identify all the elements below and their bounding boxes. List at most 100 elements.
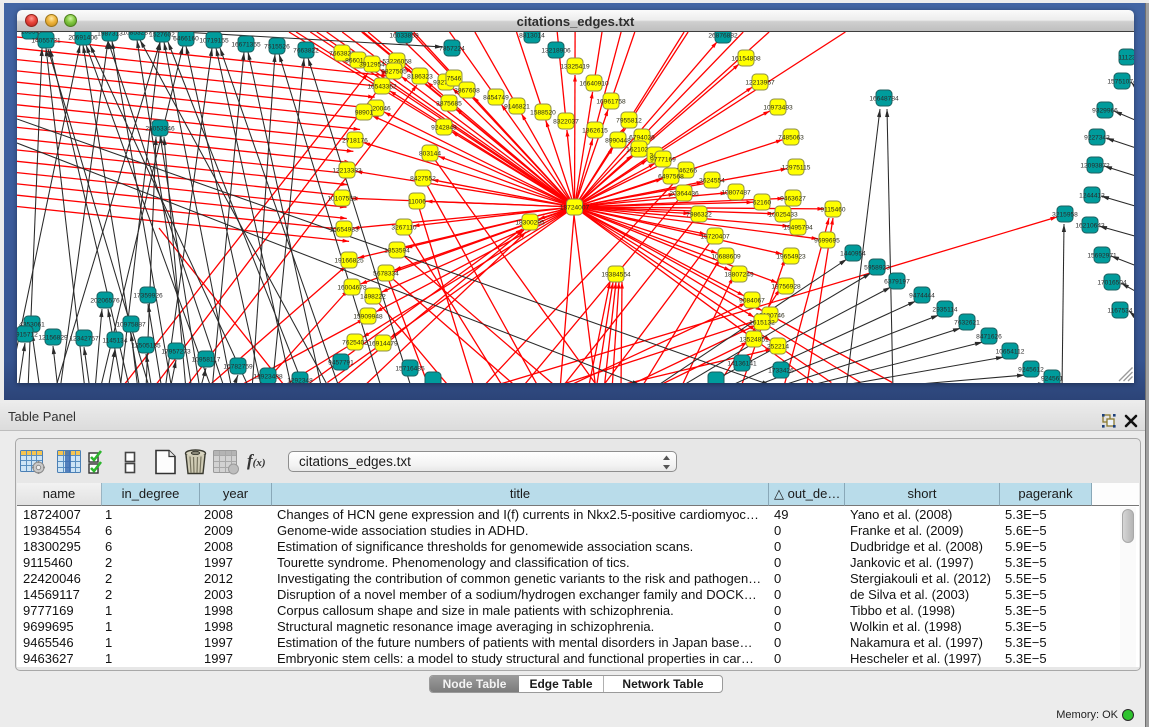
svg-text:3267110: 3267110 bbox=[391, 224, 417, 231]
svg-text:18300295: 18300295 bbox=[515, 219, 545, 226]
svg-text:62160: 62160 bbox=[753, 199, 772, 206]
svg-text:8322037: 8322037 bbox=[553, 118, 579, 125]
svg-text:19756928: 19756928 bbox=[771, 283, 801, 290]
svg-text:2867608: 2867608 bbox=[454, 87, 480, 94]
svg-text:8990448: 8990448 bbox=[605, 137, 631, 144]
svg-text:1527602: 1527602 bbox=[149, 32, 175, 38]
svg-text:16033809: 16033809 bbox=[389, 32, 419, 39]
svg-text:10554: 10554 bbox=[21, 32, 40, 35]
svg-text:10688609: 10688609 bbox=[711, 253, 741, 260]
svg-text:1244413: 1244413 bbox=[1079, 192, 1105, 199]
svg-text:924561: 924561 bbox=[1041, 375, 1063, 382]
svg-text:7515526: 7515526 bbox=[264, 43, 290, 50]
svg-text:12342757: 12342757 bbox=[69, 335, 99, 342]
svg-text:3624554: 3624554 bbox=[699, 177, 725, 184]
svg-text:9245612: 9245612 bbox=[1018, 366, 1044, 373]
svg-text:9777169: 9777169 bbox=[650, 156, 676, 163]
svg-text:1440954: 1440954 bbox=[840, 250, 866, 257]
svg-text:1145134: 1145134 bbox=[102, 337, 128, 344]
svg-text:20691406: 20691406 bbox=[68, 34, 98, 41]
svg-text:28053346: 28053346 bbox=[145, 125, 175, 132]
svg-text:12156829: 12156829 bbox=[38, 334, 68, 341]
svg-text:16543362: 16543362 bbox=[367, 83, 397, 90]
svg-text:17016504: 17016504 bbox=[1097, 279, 1127, 286]
svg-text:14136141: 14136141 bbox=[727, 360, 757, 367]
svg-text:9227343: 9227343 bbox=[1084, 134, 1110, 141]
svg-text:2718176: 2718176 bbox=[342, 137, 368, 144]
svg-text:16154808: 16154808 bbox=[731, 55, 761, 62]
svg-text:10107553: 10107553 bbox=[327, 195, 357, 202]
svg-text:12213967: 12213967 bbox=[745, 79, 775, 86]
svg-text:8186323: 8186323 bbox=[407, 73, 433, 80]
svg-text:16210643: 16210643 bbox=[1075, 222, 1105, 229]
svg-text:5958923: 5958923 bbox=[864, 264, 890, 271]
svg-text:10973493: 10973493 bbox=[763, 104, 793, 111]
svg-text:9329966: 9329966 bbox=[1092, 107, 1118, 114]
svg-text:14055721: 14055721 bbox=[31, 37, 61, 44]
svg-text:20206576: 20206576 bbox=[90, 297, 120, 304]
svg-text:9474444: 9474444 bbox=[909, 292, 935, 299]
svg-text:3912954: 3912954 bbox=[359, 61, 385, 68]
svg-text:26876882: 26876882 bbox=[708, 32, 738, 39]
svg-text:9827505: 9827505 bbox=[381, 68, 407, 75]
svg-text:98901: 98901 bbox=[355, 109, 374, 116]
svg-text:15692971: 15692971 bbox=[1087, 252, 1117, 259]
svg-text:8813014: 8813014 bbox=[519, 32, 545, 39]
svg-text:10807487: 10807487 bbox=[721, 189, 751, 196]
svg-text:7625402: 7625402 bbox=[342, 339, 368, 346]
svg-text:3915712: 3915712 bbox=[17, 331, 38, 338]
svg-text:20364436: 20364436 bbox=[669, 190, 699, 197]
svg-text:7986322: 7986322 bbox=[686, 211, 712, 218]
svg-text:13524851: 13524851 bbox=[739, 336, 769, 343]
svg-text:6497568: 6497568 bbox=[658, 173, 684, 180]
svg-text:7663822: 7663822 bbox=[293, 47, 319, 54]
svg-text:12923488: 12923488 bbox=[253, 373, 283, 380]
svg-text:9084067: 9084067 bbox=[739, 297, 765, 304]
svg-text:252214: 252214 bbox=[767, 343, 789, 350]
svg-text:10958117: 10958117 bbox=[192, 356, 221, 363]
svg-text:12213383: 12213383 bbox=[332, 167, 362, 174]
svg-text:6794028: 6794028 bbox=[629, 134, 655, 141]
svg-text:11006: 11006 bbox=[408, 198, 426, 205]
svg-text:15720407: 15720407 bbox=[700, 233, 730, 240]
svg-text:9463627: 9463627 bbox=[780, 195, 806, 202]
svg-text:12975115: 12975115 bbox=[782, 164, 811, 171]
svg-text:1615132: 1615132 bbox=[749, 319, 775, 326]
svg-text:16914479: 16914479 bbox=[368, 340, 398, 347]
svg-text:7485063: 7485063 bbox=[778, 134, 804, 141]
svg-text:1353594: 1353594 bbox=[384, 247, 410, 254]
svg-text:9457791: 9457791 bbox=[328, 359, 354, 366]
svg-text:1987313: 1987313 bbox=[97, 32, 123, 37]
svg-text:5678334: 5678334 bbox=[373, 270, 399, 277]
svg-text:17957273: 17957273 bbox=[161, 348, 191, 355]
svg-text:9146821: 9146821 bbox=[504, 103, 530, 110]
svg-text:7857224: 7857224 bbox=[439, 45, 465, 52]
svg-text:18724007: 18724007 bbox=[560, 204, 590, 211]
svg-text:8454749: 8454749 bbox=[483, 94, 509, 101]
svg-text:13218906: 13218906 bbox=[541, 47, 571, 54]
svg-text:10654112: 10654112 bbox=[996, 348, 1025, 355]
svg-text:9699695: 9699695 bbox=[814, 237, 840, 244]
svg-text:6466160: 6466160 bbox=[173, 35, 199, 42]
svg-text:9242848: 9242848 bbox=[431, 124, 457, 131]
svg-text:9115460: 9115460 bbox=[820, 206, 846, 213]
svg-text:13325419: 13325419 bbox=[560, 63, 590, 70]
svg-text:3875685: 3875685 bbox=[436, 100, 462, 107]
svg-text:8427552: 8427552 bbox=[410, 175, 436, 182]
svg-text:12505135: 12505135 bbox=[131, 342, 161, 349]
svg-text:11123: 11123 bbox=[1118, 54, 1134, 61]
svg-text:16782759: 16782759 bbox=[223, 363, 253, 370]
svg-text:12093872: 12093872 bbox=[1080, 162, 1110, 169]
svg-text:18807249: 18807249 bbox=[724, 271, 754, 278]
svg-text:19166825: 19166825 bbox=[334, 257, 364, 264]
svg-text:7955812: 7955812 bbox=[616, 117, 642, 124]
svg-text:1292348: 1292348 bbox=[287, 377, 313, 382]
svg-text:15716485: 15716485 bbox=[395, 365, 425, 372]
svg-text:2935114: 2935114 bbox=[932, 306, 958, 313]
svg-text:8471626: 8471626 bbox=[976, 333, 1002, 340]
svg-text:3215958: 3215958 bbox=[1052, 211, 1078, 218]
svg-text:1167534: 1167534 bbox=[1107, 307, 1133, 314]
svg-text:16648784: 16648784 bbox=[869, 95, 899, 102]
svg-text:10975887: 10975887 bbox=[116, 321, 146, 328]
svg-text:15751074: 15751074 bbox=[1107, 78, 1134, 85]
